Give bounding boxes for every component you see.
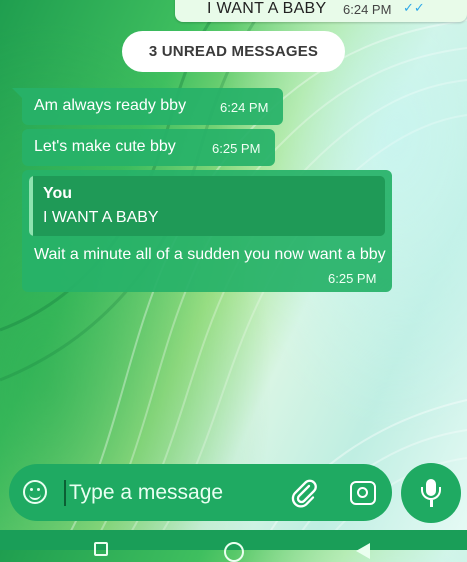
- message-time: 6:25 PM: [212, 141, 261, 156]
- incoming-message[interactable]: Let's make cute bby 6:25 PM: [22, 129, 275, 166]
- message-text: Let's make cute bby: [34, 138, 176, 155]
- read-ticks-icon: ✓✓: [403, 0, 425, 15]
- bubble-tail: [12, 88, 22, 98]
- microphone-icon[interactable]: [401, 463, 461, 523]
- previous-outgoing-message[interactable]: I WANT A BABY 6:24 PM ✓✓: [175, 0, 467, 22]
- triangle-icon[interactable]: [356, 543, 370, 559]
- quoted-message[interactable]: You I WANT A BABY: [29, 176, 385, 236]
- quote-bar: [29, 176, 33, 236]
- unread-messages-banner: 3 UNREAD MESSAGES: [122, 31, 345, 72]
- message-time: 6:24 PM: [343, 2, 392, 17]
- emoji-icon[interactable]: [23, 480, 47, 504]
- quote-text: I WANT A BABY: [43, 209, 159, 226]
- message-composer: [9, 464, 392, 521]
- message-time: 6:24 PM: [220, 100, 269, 115]
- circle-icon[interactable]: [224, 542, 244, 562]
- square-icon[interactable]: [94, 542, 108, 556]
- incoming-reply-message[interactable]: You I WANT A BABY Wait a minute all of a…: [22, 170, 392, 292]
- camera-icon[interactable]: [350, 481, 376, 505]
- message-text: Am always ready bby: [34, 97, 187, 114]
- incoming-message[interactable]: Am always ready bby 6:24 PM: [12, 88, 283, 125]
- text-cursor: [64, 480, 66, 506]
- quote-author: You: [43, 185, 73, 202]
- unread-banner-label: 3 UNREAD MESSAGES: [148, 43, 319, 60]
- system-navigation-bar: [0, 530, 467, 562]
- message-input[interactable]: [69, 477, 279, 509]
- message-time: 6:25 PM: [328, 271, 377, 286]
- message-text: I WANT A BABY: [207, 0, 327, 17]
- message-text: Wait a minute all of a sudden you now wa…: [34, 246, 386, 263]
- paperclip-icon[interactable]: [290, 478, 318, 508]
